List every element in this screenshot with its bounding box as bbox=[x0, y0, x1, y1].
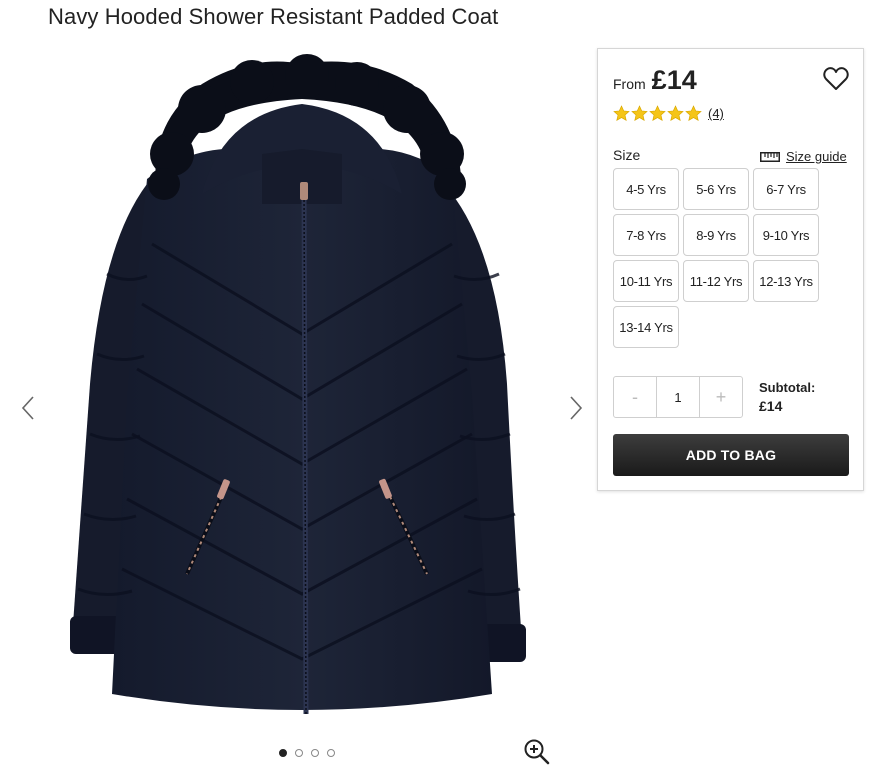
star-icon bbox=[631, 105, 648, 121]
gallery-pagination bbox=[279, 749, 335, 757]
gallery-dot[interactable] bbox=[279, 749, 287, 757]
zoom-in-icon bbox=[524, 739, 550, 765]
increase-quantity-button[interactable]: + bbox=[700, 377, 742, 417]
chevron-right-icon bbox=[570, 396, 583, 420]
size-option[interactable]: 11-12 Yrs bbox=[683, 260, 749, 302]
size-label: Size bbox=[613, 147, 641, 163]
star-icon bbox=[667, 105, 684, 121]
decrease-quantity-button[interactable]: - bbox=[614, 377, 656, 417]
product-title: Navy Hooded Shower Resistant Padded Coat bbox=[48, 4, 499, 29]
size-option[interactable]: 10-11 Yrs bbox=[613, 260, 679, 302]
from-label: From bbox=[613, 76, 646, 92]
subtotal-label: Subtotal: bbox=[759, 380, 816, 395]
size-guide-label: Size guide bbox=[786, 149, 847, 164]
size-option[interactable]: 5-6 Yrs bbox=[683, 168, 749, 210]
review-count-link[interactable]: (4) bbox=[708, 106, 724, 121]
size-guide-link[interactable]: Size guide bbox=[760, 149, 847, 164]
gallery-dot[interactable] bbox=[327, 749, 335, 757]
purchase-panel: From £14 (4) Size Size guide 4-5 Yrs 5-6… bbox=[597, 48, 864, 491]
gallery-dot[interactable] bbox=[295, 749, 303, 757]
prev-image-button[interactable] bbox=[14, 388, 42, 428]
product-price: £14 bbox=[651, 65, 697, 95]
star-icon bbox=[685, 105, 702, 121]
subtotal: Subtotal: £14 bbox=[759, 380, 815, 414]
quantity-input[interactable] bbox=[656, 377, 700, 417]
size-options: 4-5 Yrs 5-6 Yrs 6-7 Yrs 7-8 Yrs 8-9 Yrs … bbox=[613, 168, 823, 348]
chevron-left-icon bbox=[21, 396, 34, 420]
ruler-icon bbox=[760, 151, 780, 162]
size-option[interactable]: 7-8 Yrs bbox=[613, 214, 679, 256]
rating: (4) bbox=[613, 105, 724, 122]
star-rating bbox=[613, 105, 702, 122]
next-image-button[interactable] bbox=[562, 388, 590, 428]
subtotal-value: £14 bbox=[759, 398, 783, 414]
add-to-bag-button[interactable]: ADD TO BAG bbox=[613, 434, 849, 476]
size-option[interactable]: 12-13 Yrs bbox=[753, 260, 819, 302]
size-option[interactable]: 6-7 Yrs bbox=[753, 168, 819, 210]
price-row: From £14 bbox=[613, 65, 697, 96]
quantity-stepper: - + bbox=[613, 376, 743, 418]
navy-padded-coat-image bbox=[70, 54, 526, 715]
size-option[interactable]: 8-9 Yrs bbox=[683, 214, 749, 256]
heart-icon bbox=[823, 67, 849, 90]
gallery-dot[interactable] bbox=[311, 749, 319, 757]
wishlist-button[interactable] bbox=[822, 65, 850, 93]
product-gallery bbox=[0, 48, 595, 775]
size-option[interactable]: 13-14 Yrs bbox=[613, 306, 679, 348]
zoom-button[interactable] bbox=[523, 738, 551, 766]
size-option[interactable]: 4-5 Yrs bbox=[613, 168, 679, 210]
size-option[interactable]: 9-10 Yrs bbox=[753, 214, 819, 256]
star-icon bbox=[649, 105, 666, 121]
star-icon bbox=[613, 105, 630, 121]
